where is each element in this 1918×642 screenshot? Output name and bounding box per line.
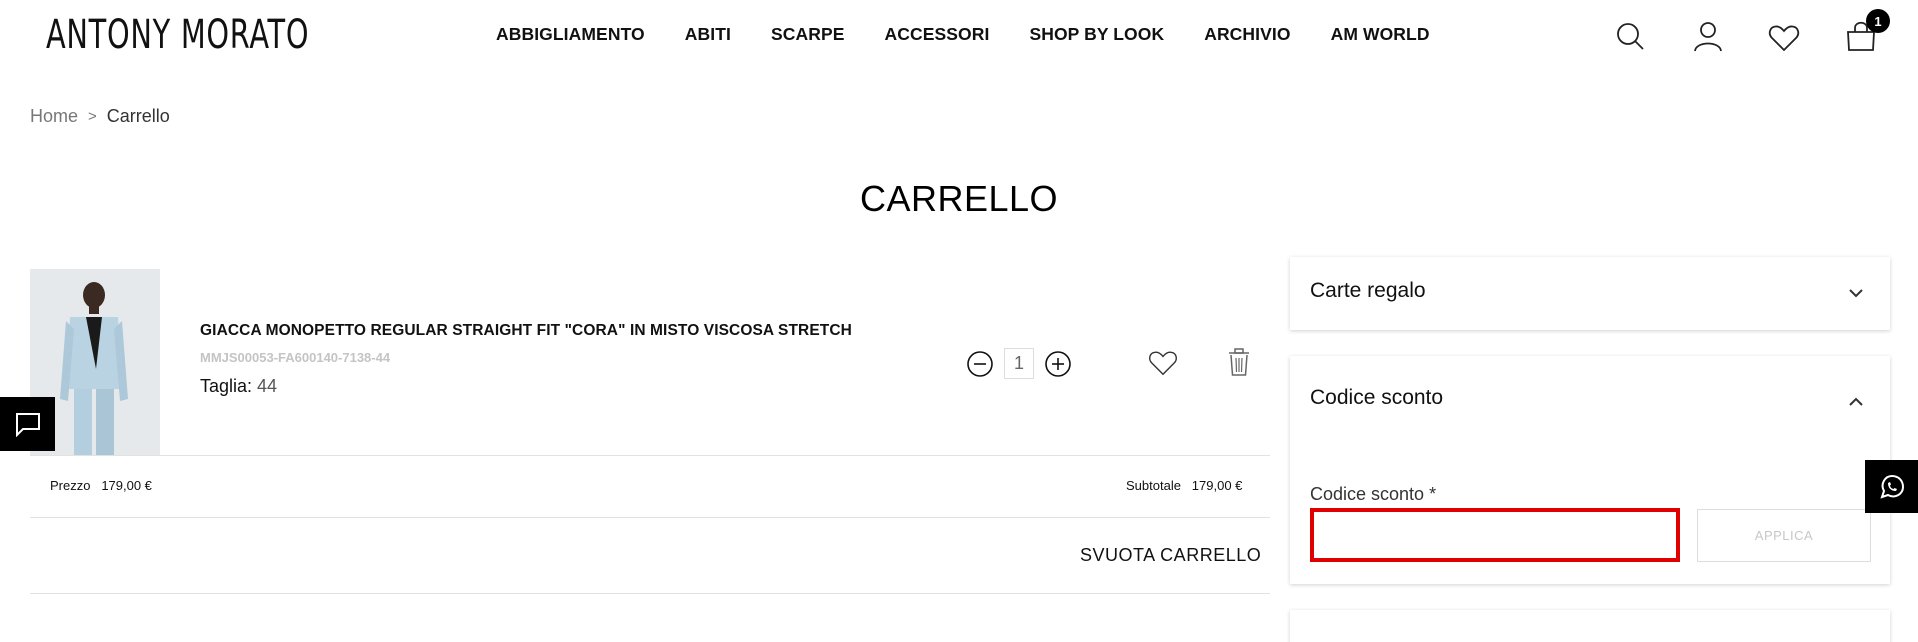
discount-code-label: Codice sconto * [1310,484,1437,504]
product-size: Taglia: 44 [200,376,277,397]
apply-discount-button[interactable]: APPLICA [1697,509,1871,562]
whatsapp-icon [1879,474,1904,499]
heart-icon[interactable] [1768,22,1800,54]
nav-item-abbigliamento[interactable]: ABBIGLIAMENTO [496,24,645,45]
gift-cards-panel[interactable]: Carte regalo [1290,257,1890,330]
user-icon[interactable] [1692,20,1724,52]
quantity-input[interactable]: 1 [1004,348,1034,379]
empty-cart-button[interactable]: SVUOTA CARRELLO [1080,545,1261,566]
nav-item-accessori[interactable]: ACCESSORI [885,24,990,45]
brand-logo[interactable]: ANTONY MORATO [46,12,309,58]
quantity-decrease-button[interactable] [966,350,994,378]
subtotal-value: 179,00 € [1191,478,1243,493]
price-info: Prezzo 179,00 € [50,478,152,493]
discount-code-title[interactable]: Codice sconto [1310,386,1443,410]
whatsapp-button[interactable] [1865,460,1918,513]
nav-item-abiti[interactable]: ABITI [685,24,731,45]
nav-item-am-world[interactable]: AM WORLD [1331,24,1430,45]
breadcrumb-home[interactable]: Home [30,106,78,128]
breadcrumb: Home > Carrello [30,106,170,128]
breadcrumb-current: Carrello [106,106,170,126]
nav-item-archivio[interactable]: ARCHIVIO [1204,24,1290,45]
product-sku: MMJS00053-FA600140-7138-44 [200,350,391,365]
divider [30,593,1270,594]
site-header: ANTONY MORATO ABBIGLIAMENTO ABITI SCARPE… [0,0,1918,72]
subtotal-info: Subtotale 179,00 € [1126,478,1242,493]
subtotal-label: Subtotale [1126,478,1181,493]
breadcrumb-separator: > [88,108,97,125]
search-icon[interactable] [1614,20,1646,52]
price-value: 179,00 € [101,478,152,493]
add-to-wishlist-icon[interactable] [1148,349,1178,377]
price-label: Prezzo [50,478,91,493]
cart-count-badge: 1 [1866,9,1890,33]
size-value: 44 [257,376,278,396]
nav-item-scarpe[interactable]: SCARPE [771,24,845,45]
chevron-down-icon[interactable] [1848,287,1864,299]
size-label: Taglia: [200,376,253,396]
chevron-up-icon[interactable] [1848,396,1864,408]
main-nav: ABBIGLIAMENTO ABITI SCARPE ACCESSORI SHO… [496,24,1470,45]
gift-cards-title[interactable]: Carte regalo [1310,279,1426,303]
page-title: CARRELLO [859,178,1059,219]
product-name[interactable]: GIACCA MONOPETTO REGULAR STRAIGHT FIT "C… [200,322,852,340]
discount-code-input[interactable] [1310,508,1680,562]
next-panel [1290,610,1890,642]
remove-item-trash-icon[interactable] [1227,347,1251,377]
divider [30,517,1270,518]
divider [30,455,1270,456]
quantity-increase-button[interactable] [1044,350,1072,378]
discount-code-panel: Codice sconto Codice sconto * APPLICA [1290,356,1890,584]
chat-button[interactable] [0,397,55,451]
nav-item-shop-by-look[interactable]: SHOP BY LOOK [1029,24,1164,45]
chat-icon [15,413,40,437]
